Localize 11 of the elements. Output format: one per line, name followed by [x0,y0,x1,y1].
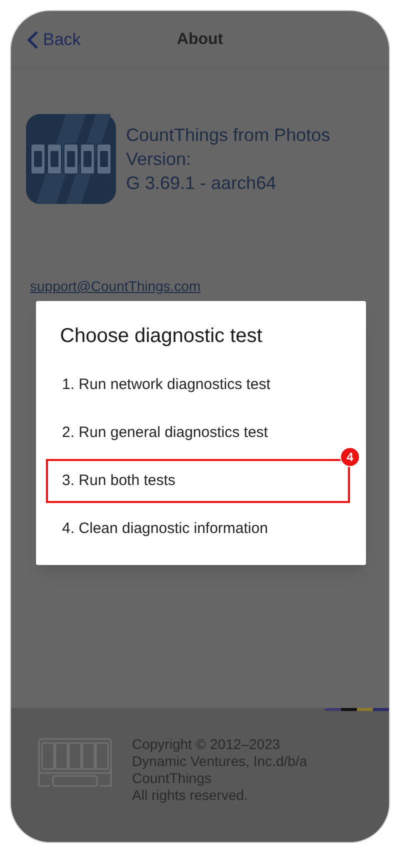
color-strip [325,708,389,711]
back-chevron-icon [27,30,39,48]
dialog-option[interactable]: 4. Clean diagnostic information [46,507,350,551]
version-label: Version: [126,148,192,171]
step-badge: 4 [340,447,360,467]
version-number: G 3.69.1 - aarch64 [126,172,278,195]
dialog-option[interactable]: 3. Run both tests [46,459,350,503]
dialog-title: Choose diagnostic test [59,324,264,349]
dialog-option[interactable]: 1. Run network diagnostics test [46,363,350,407]
page-title: About [176,30,224,50]
app-name: CountThings from Photos [126,124,330,147]
